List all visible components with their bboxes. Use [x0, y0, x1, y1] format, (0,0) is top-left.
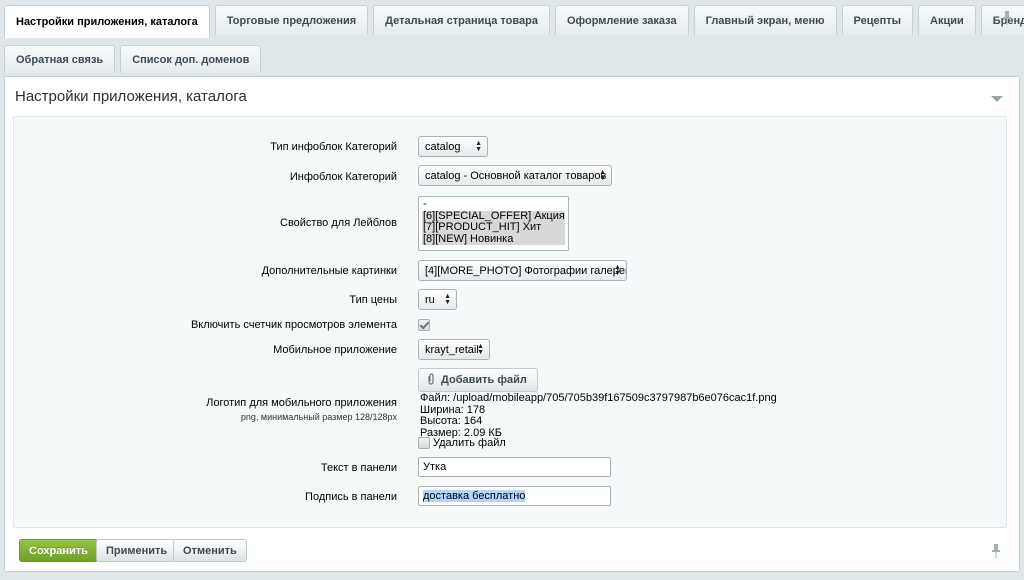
- tab-main-screen[interactable]: Главный экран, меню: [693, 5, 837, 35]
- file-height: Высота: 164: [420, 415, 483, 427]
- pin-icon[interactable]: [1002, 11, 1012, 25]
- panel-caption-label: Подпись в панели: [305, 491, 397, 503]
- tab-app-settings[interactable]: Настройки приложения, каталога: [4, 5, 210, 38]
- select-arrows-icon: ▲ ▼: [614, 264, 621, 277]
- tab-bar-bottom: Обратная связь Список доп. доменов: [4, 45, 266, 73]
- panel-caption-value: доставка бесплатно: [423, 490, 526, 502]
- cancel-button[interactable]: Отменить: [173, 539, 247, 562]
- select-arrows-icon: ▲ ▼: [599, 169, 606, 182]
- logo-hint: png, минимальный размер 128/128px: [240, 412, 397, 422]
- settings-form: Тип инфоблок Категорий catalog ▲ ▼ Инфобл…: [13, 116, 1007, 528]
- pin-icon[interactable]: [991, 544, 1001, 558]
- price-type-label: Тип цены: [349, 294, 397, 306]
- more-photo-select[interactable]: [4][MORE_PHOTO] Фотографии галереи ▲ ▼: [418, 260, 627, 281]
- tab-checkout[interactable]: Оформление заказа: [554, 5, 689, 35]
- tab-recipes[interactable]: Рецепты: [841, 5, 914, 35]
- label-property-label: Свойство для Лейблов: [280, 217, 397, 229]
- tab-product-detail[interactable]: Детальная страница товара: [373, 5, 550, 35]
- settings-panel: Настройки приложения, каталога Тип инфоб…: [4, 76, 1020, 572]
- tab-trade-offers[interactable]: Торговые предложения: [214, 5, 369, 35]
- save-button[interactable]: Сохранить: [19, 539, 98, 562]
- mobile-app-select[interactable]: krayt_retail ▲ ▼: [418, 339, 490, 360]
- panel-text-value: Утка: [423, 461, 447, 473]
- price-type-select[interactable]: ru ▲ ▼: [418, 289, 457, 310]
- mobile-app-label: Мобильное приложение: [273, 344, 397, 356]
- panel-title: Настройки приложения, каталога: [15, 88, 247, 105]
- delete-file-label: Удалить файл: [433, 437, 506, 449]
- tab-promotions[interactable]: Акции: [918, 5, 976, 35]
- iblock-type-label: Тип инфоблок Категорий: [270, 141, 397, 153]
- label-property-multiselect[interactable]: - [6][SPECIAL_OFFER] Акция [7][PRODUCT_H…: [418, 196, 569, 251]
- tab-feedback[interactable]: Обратная связь: [4, 45, 116, 73]
- mobile-app-value: krayt_retail: [425, 343, 479, 356]
- delete-file-row: Удалить файл: [418, 437, 506, 449]
- views-counter-checkbox[interactable]: [418, 319, 430, 331]
- apply-button[interactable]: Применить: [96, 539, 178, 562]
- select-arrows-icon: ▲ ▼: [475, 140, 482, 153]
- collapse-arrow-icon[interactable]: [991, 96, 1003, 102]
- panel-text-label: Текст в панели: [320, 462, 397, 474]
- price-type-value: ru: [425, 293, 435, 306]
- option-none[interactable]: -: [422, 198, 565, 211]
- select-arrows-icon: ▲ ▼: [477, 343, 484, 356]
- tab-bar-top: Настройки приложения, каталога Торговые …: [4, 5, 1024, 38]
- iblock-type-select[interactable]: catalog ▲ ▼: [418, 136, 488, 157]
- iblock-value: catalog - Основной каталог товаров: [425, 169, 607, 182]
- file-info: Файл: /upload/mobileapp/705/705b39f16750…: [420, 392, 777, 439]
- paperclip-icon: [427, 372, 435, 388]
- iblock-type-value: catalog: [425, 140, 461, 153]
- file-path: Файл: /upload/mobileapp/705/705b39f16750…: [420, 392, 777, 404]
- select-arrows-icon: ▲ ▼: [444, 293, 451, 306]
- option-new[interactable]: [8][NEW] Новинка: [422, 233, 565, 245]
- delete-file-checkbox[interactable]: [418, 437, 430, 449]
- more-photo-label: Дополнительные картинки: [261, 265, 397, 277]
- panel-text-input[interactable]: Утка: [418, 457, 611, 477]
- iblock-select[interactable]: catalog - Основной каталог товаров ▲ ▼: [418, 165, 612, 186]
- logo-label: Логотип для мобильного приложения png, м…: [206, 397, 397, 422]
- iblock-label: Инфоблок Категорий: [289, 171, 397, 183]
- more-photo-value: [4][MORE_PHOTO] Фотографии галереи: [425, 264, 627, 277]
- logo-label-text: Логотип для мобильного приложения: [206, 397, 397, 409]
- add-file-label: Добавить файл: [441, 374, 527, 386]
- panel-caption-input[interactable]: доставка бесплатно: [418, 486, 611, 506]
- tab-extra-domains[interactable]: Список доп. доменов: [120, 45, 262, 73]
- option-product-hit[interactable]: [7][PRODUCT_HIT] Хит: [422, 221, 565, 234]
- add-file-button[interactable]: Добавить файл: [418, 368, 538, 392]
- views-counter-label: Включить счетчик просмотров элемента: [190, 319, 397, 331]
